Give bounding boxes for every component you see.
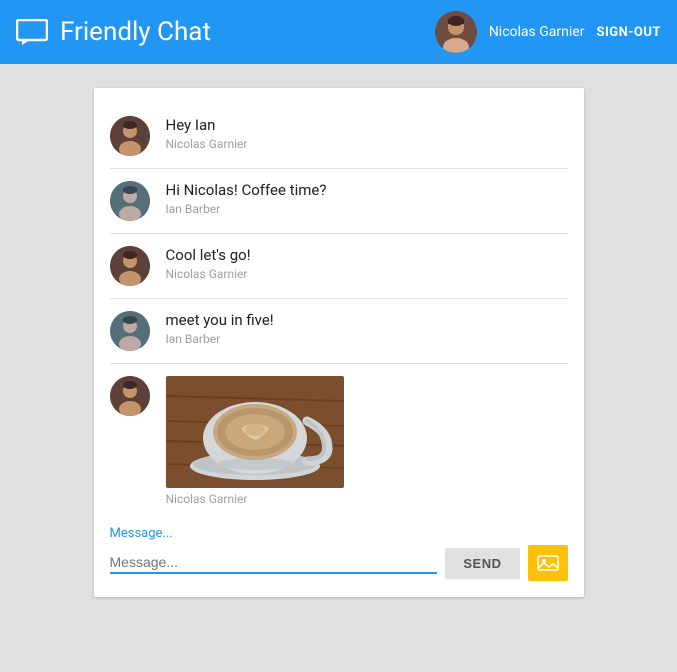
header-right: Nicolas Garnier SIGN-OUT: [435, 11, 661, 53]
message-sender: Ian Barber: [166, 202, 568, 216]
message-input[interactable]: [110, 552, 438, 574]
message-item: Nicolas Garnier: [110, 364, 568, 518]
app-title: Friendly Chat: [60, 17, 435, 47]
message-avatar: [110, 181, 150, 221]
message-text: Hey Ian: [166, 116, 568, 134]
nicolas-avatar: [110, 376, 150, 416]
message-sender: Ian Barber: [166, 332, 568, 346]
message-item: Hi Nicolas! Coffee time? Ian Barber: [110, 169, 568, 234]
ian-avatar: [110, 311, 150, 351]
chat-icon: [16, 19, 48, 45]
nicolas-avatar: [110, 246, 150, 286]
nicolas-avatar: [110, 116, 150, 156]
message-sender: Nicolas Garnier: [166, 492, 568, 506]
message-content: Hey Ian Nicolas Garnier: [166, 116, 568, 151]
message-label: Message...: [110, 526, 568, 541]
message-content: meet you in five! Ian Barber: [166, 311, 568, 346]
message-item: Cool let's go! Nicolas Garnier: [110, 234, 568, 299]
message-avatar: [110, 376, 150, 416]
message-content: Hi Nicolas! Coffee time? Ian Barber: [166, 181, 568, 216]
input-row: SEND: [110, 545, 568, 581]
message-content: Cool let's go! Nicolas Garnier: [166, 246, 568, 281]
coffee-image: [166, 376, 344, 488]
chat-card: Hey Ian Nicolas Garnier Hi Nicolas!: [94, 88, 584, 597]
app-header: Friendly Chat Nicolas Garnier SIGN-OUT: [0, 0, 677, 64]
user-name-label: Nicolas Garnier: [489, 24, 585, 40]
message-avatar: [110, 311, 150, 351]
ian-avatar: [110, 181, 150, 221]
user-avatar-image: [435, 11, 477, 53]
message-avatar: [110, 246, 150, 286]
user-avatar: [435, 11, 477, 53]
message-text: meet you in five!: [166, 311, 568, 329]
main-content: Hey Ian Nicolas Garnier Hi Nicolas!: [0, 64, 677, 613]
message-text: Hi Nicolas! Coffee time?: [166, 181, 568, 199]
message-item: Hey Ian Nicolas Garnier: [110, 104, 568, 169]
image-upload-icon: [537, 553, 559, 573]
message-sender: Nicolas Garnier: [166, 137, 568, 151]
message-text: Cool let's go!: [166, 246, 568, 264]
image-upload-button[interactable]: [528, 545, 568, 581]
message-sender: Nicolas Garnier: [166, 267, 568, 281]
message-avatar: [110, 116, 150, 156]
send-button[interactable]: SEND: [445, 548, 519, 579]
message-item: meet you in five! Ian Barber: [110, 299, 568, 364]
input-area: Message... SEND: [94, 518, 584, 597]
message-content: Nicolas Garnier: [166, 376, 568, 506]
sign-out-button[interactable]: SIGN-OUT: [596, 25, 661, 40]
messages-list: Hey Ian Nicolas Garnier Hi Nicolas!: [94, 104, 584, 518]
